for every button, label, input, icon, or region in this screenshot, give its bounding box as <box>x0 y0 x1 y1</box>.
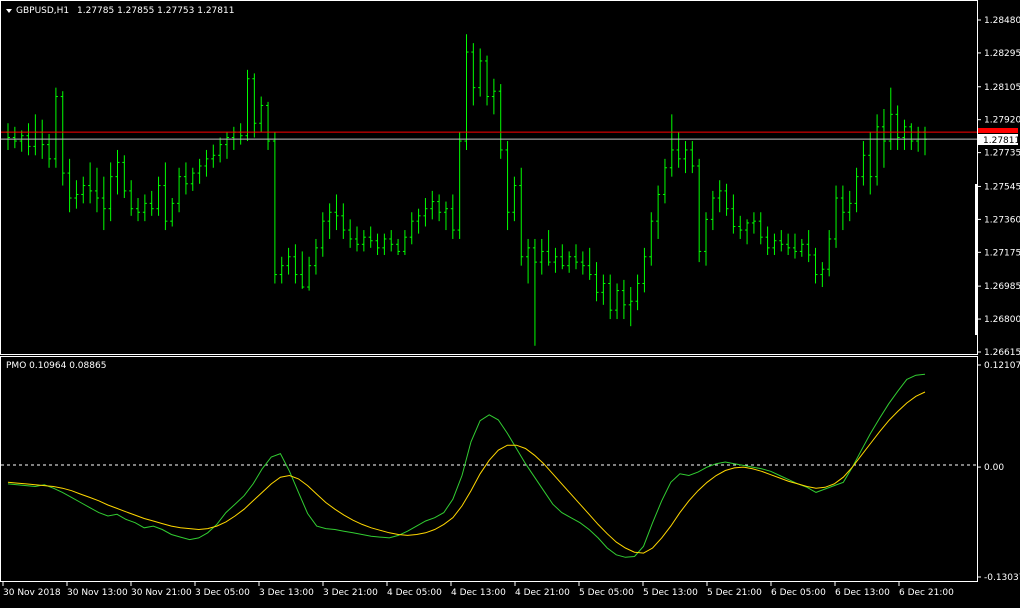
pmo-axis-label: 0.12107 <box>984 361 1020 371</box>
pmo-axis-label: 0.00 <box>984 463 1004 473</box>
time-axis-label: 6 Dec 21:00 <box>899 588 954 598</box>
price-axis-label: 1.27360 <box>984 215 1020 225</box>
price-axis-label: 1.27175 <box>984 248 1020 258</box>
time-axis-label: 3 Dec 13:00 <box>259 588 314 598</box>
price-axis-label: 1.28480 <box>984 16 1020 26</box>
time-axis-label: 4 Dec 05:00 <box>387 588 442 598</box>
price-axis-label: 1.27920 <box>984 116 1020 126</box>
price-axis-label: 1.26800 <box>984 315 1020 325</box>
indicator-panel-header: PMO 0.10964 0.08865 <box>6 361 106 371</box>
time-axis-label: 5 Dec 21:00 <box>707 588 762 598</box>
time-axis-label: 30 Nov 2018 <box>3 588 61 598</box>
price-panel-header-symbol: GBPUSD,H1 <box>16 6 69 16</box>
chart-window[interactable]: 1.28480 1.28295 1.28105 1.27920 1.27735 1.275… <box>0 0 1020 603</box>
time-axis-label: 30 Nov 21:00 <box>131 588 192 598</box>
price-axis-label: 1.26985 <box>984 282 1020 292</box>
time-axis-label: 3 Dec 05:00 <box>195 588 250 598</box>
time-axis-label: 3 Dec 21:00 <box>323 588 378 598</box>
pmo-axis-label: -0.13037 <box>984 573 1020 583</box>
chart-background <box>0 0 1020 603</box>
price-axis-label: 1.28295 <box>984 49 1020 59</box>
red-level-tag <box>978 128 1018 133</box>
time-axis-label: 5 Dec 13:00 <box>643 588 698 598</box>
price-axis-label: 1.26615 <box>984 348 1020 358</box>
current-price-label: 1.27811 <box>983 136 1020 146</box>
price-axis-label: 1.27545 <box>984 182 1020 192</box>
time-axis-label: 6 Dec 05:00 <box>771 588 826 598</box>
price-axis-label: 1.27735 <box>984 149 1020 159</box>
price-panel-header-ohlc: 1.27785 1.27855 1.27753 1.27811 <box>77 6 234 16</box>
time-axis-label: 6 Dec 13:00 <box>835 588 890 598</box>
time-axis-label: 4 Dec 13:00 <box>451 588 506 598</box>
time-axis-label: 30 Nov 13:00 <box>67 588 128 598</box>
price-axis-label: 1.28105 <box>984 83 1020 93</box>
time-axis-label: 5 Dec 05:00 <box>579 588 634 598</box>
chart-canvas[interactable]: 1.28480 1.28295 1.28105 1.27920 1.27735 1.275… <box>0 0 1020 603</box>
time-axis-label: 4 Dec 21:00 <box>515 588 570 598</box>
